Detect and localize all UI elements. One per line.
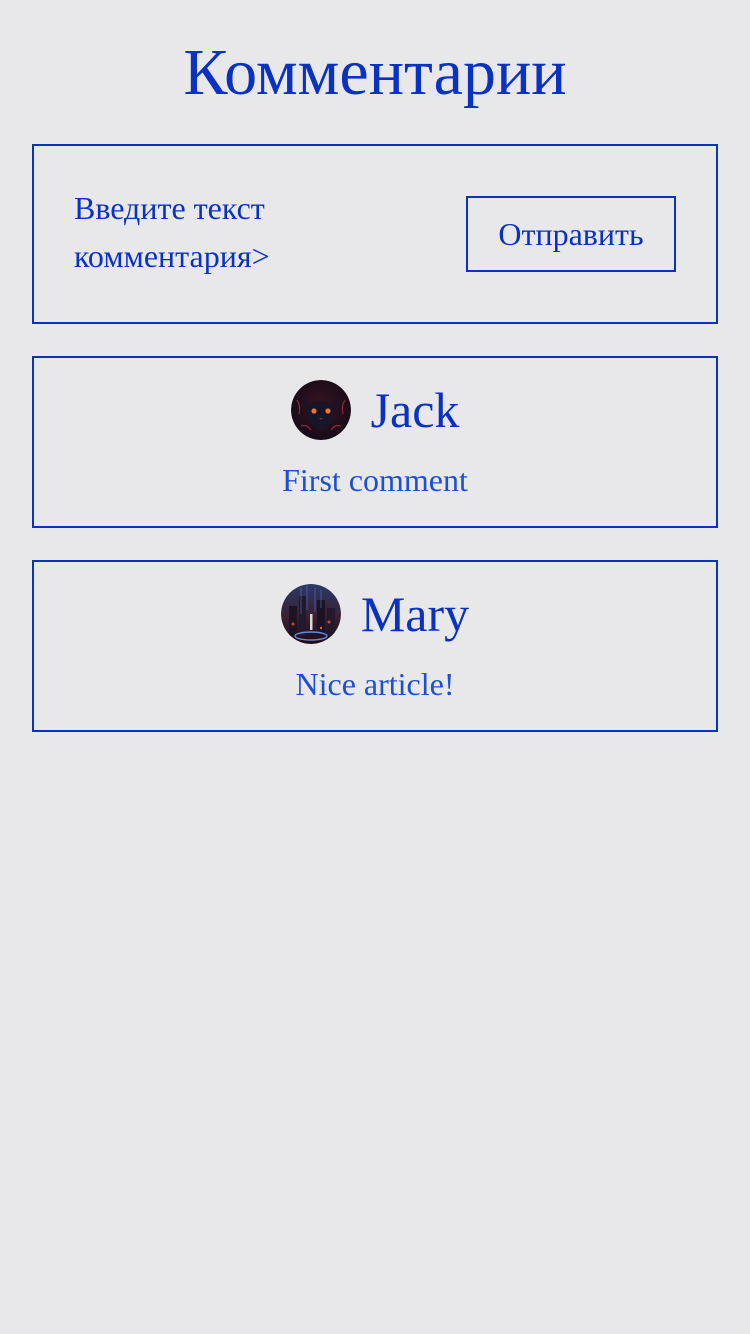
city-night-avatar-icon xyxy=(280,584,341,644)
send-button[interactable]: Отправить xyxy=(466,196,676,272)
comment-text: First comment xyxy=(282,462,468,498)
comment-author: Mary xyxy=(360,586,470,642)
comment-form: Отправить xyxy=(32,144,718,324)
comment-card: Jack First comment xyxy=(32,356,718,528)
comment-input[interactable] xyxy=(74,184,334,284)
page-title: Комментарии xyxy=(183,36,567,109)
comment-header: Jack xyxy=(34,380,716,440)
comment-header: Mary xyxy=(34,584,716,644)
cat-avatar-icon xyxy=(290,380,351,440)
comment-author: Jack xyxy=(370,382,460,438)
comment-card: Mary Nice article! xyxy=(32,560,718,732)
comment-text: Nice article! xyxy=(295,666,455,702)
